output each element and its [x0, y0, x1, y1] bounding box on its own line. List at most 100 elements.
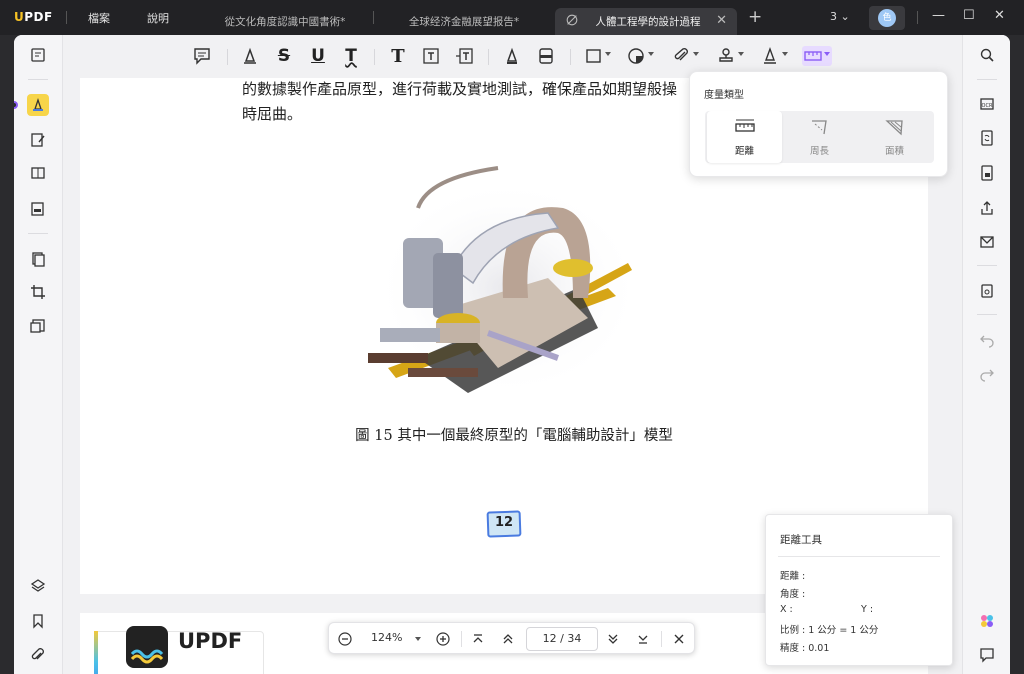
- crop-button[interactable]: [27, 281, 49, 303]
- form-button[interactable]: [27, 198, 49, 220]
- search-icon: [980, 48, 994, 62]
- precision-readout[interactable]: 精度 : 0.01: [780, 640, 829, 654]
- comment-list-icon: [980, 648, 994, 663]
- attachments-button[interactable]: [27, 645, 49, 667]
- chevron-down-icon[interactable]: [415, 637, 421, 641]
- attachment-tool-button[interactable]: [672, 46, 692, 66]
- tab-document-2[interactable]: 全球经济金融展望报告*: [375, 8, 553, 35]
- measure-tool-button[interactable]: [802, 46, 832, 66]
- pencil-icon: [506, 47, 518, 64]
- page-number-stamp: 12: [485, 509, 523, 539]
- lock-document-icon: [981, 165, 993, 181]
- comment-mode-button[interactable]: [27, 94, 49, 116]
- comments-panel-button[interactable]: [976, 644, 998, 666]
- highlight-tool-button[interactable]: [240, 46, 260, 66]
- organize-pages-button[interactable]: [27, 248, 49, 270]
- zoom-level[interactable]: 124%: [371, 631, 402, 644]
- email-button[interactable]: [976, 231, 998, 253]
- zoom-in-button[interactable]: [435, 631, 451, 647]
- chevron-down-icon[interactable]: [782, 52, 788, 56]
- app-logo[interactable]: UPDF: [14, 10, 53, 24]
- body-text-line: 的數據製作產品原型，進行荷載及實地測試，確保產品如期望般操: [242, 80, 678, 98]
- textbox-tool-button[interactable]: [421, 46, 441, 66]
- sticker-tool-button[interactable]: [626, 46, 646, 66]
- chevron-down-icon[interactable]: [648, 52, 654, 56]
- last-page-icon: [638, 635, 648, 644]
- chevron-down-icon[interactable]: [824, 52, 830, 56]
- menu-file[interactable]: 檔案: [88, 10, 110, 26]
- account-button[interactable]: 色: [869, 6, 905, 30]
- undo-button[interactable]: [976, 329, 998, 351]
- maximize-button[interactable]: ☐: [963, 8, 975, 23]
- zoom-out-button[interactable]: [337, 631, 353, 647]
- measure-perimeter-option[interactable]: 周長: [782, 111, 857, 163]
- measure-distance-option[interactable]: 距離: [707, 111, 782, 163]
- next-page-button[interactable]: [605, 631, 621, 647]
- title-bar: UPDF 檔案 說明 從文化角度認識中國書術* 全球经济金融展望报告* 人體工程…: [0, 0, 1024, 35]
- previous-page-button[interactable]: [500, 631, 516, 647]
- save-button[interactable]: [976, 280, 998, 302]
- ocr-button[interactable]: [27, 315, 49, 337]
- tab-count-dropdown[interactable]: 3 ⌄: [830, 10, 850, 23]
- first-page-button[interactable]: [470, 631, 486, 647]
- close-navigation-button[interactable]: [671, 631, 687, 647]
- bookmark-button[interactable]: [27, 610, 49, 632]
- tab-title: 從文化角度認識中國書術*: [224, 16, 346, 28]
- close-tab-icon[interactable]: ✕: [716, 13, 727, 28]
- chevron-down-icon[interactable]: [738, 52, 744, 56]
- body-text-line: 時屈曲。: [242, 105, 303, 123]
- tab-document-3-active[interactable]: 人體工程學的設計過程 ✕: [555, 8, 737, 35]
- textcallout-icon: [456, 48, 473, 64]
- last-page-button[interactable]: [635, 631, 651, 647]
- reader-mode-button[interactable]: [27, 44, 49, 66]
- redo-button[interactable]: [976, 363, 998, 385]
- page-number-input[interactable]: 12 / 34: [526, 627, 598, 651]
- measure-area-option[interactable]: 面積: [857, 111, 932, 163]
- text-icon[interactable]: T: [388, 46, 408, 67]
- ocr-text-icon: OCR: [980, 98, 994, 110]
- chevron-down-icon[interactable]: [605, 52, 611, 56]
- minimize-button[interactable]: —: [932, 8, 945, 23]
- chevron-down-icon[interactable]: [693, 52, 699, 56]
- underline-icon[interactable]: U: [308, 46, 328, 66]
- pencil-tool-button[interactable]: [502, 46, 522, 66]
- ai-icon: [981, 615, 993, 627]
- distance-tool-panel: 距離工具 距離 : 角度 : X : Y : 比例 : 1 公分 = 1 公分 …: [765, 514, 953, 666]
- strikethrough-icon[interactable]: S: [274, 46, 294, 66]
- stamp-tool-button[interactable]: [716, 46, 736, 66]
- sidebar-separator: [28, 233, 48, 234]
- search-button[interactable]: [976, 44, 998, 66]
- current-page: 12: [542, 632, 557, 645]
- comment-tool-button[interactable]: [192, 46, 212, 66]
- paperclip-icon: [31, 648, 44, 660]
- share-button[interactable]: [976, 197, 998, 219]
- textcallout-tool-button[interactable]: [454, 46, 474, 66]
- option-label: 周長: [809, 146, 829, 157]
- y-readout: Y :: [861, 604, 874, 615]
- squiggly-icon[interactable]: T: [341, 46, 361, 66]
- chevron-double-up-icon: [503, 634, 513, 644]
- highlight-icon: [244, 47, 256, 64]
- convert-button[interactable]: [976, 127, 998, 149]
- page-layout-button[interactable]: [27, 162, 49, 184]
- protect-button[interactable]: [976, 162, 998, 184]
- edit-pdf-button[interactable]: [27, 129, 49, 151]
- right-sidebar: OCR: [962, 35, 1010, 674]
- ai-assistant-button[interactable]: [976, 610, 998, 632]
- sidebar-separator: [977, 79, 997, 80]
- eraser-tool-button[interactable]: [536, 46, 556, 66]
- signature-tool-button[interactable]: [760, 46, 780, 66]
- new-tab-button[interactable]: +: [748, 7, 762, 27]
- layers-button[interactable]: [27, 575, 49, 597]
- reader-icon: [31, 48, 45, 62]
- shape-tool-button[interactable]: [584, 46, 604, 66]
- tab-document-1[interactable]: 從文化角度認識中國書術*: [197, 8, 373, 35]
- close-window-button[interactable]: ✕: [994, 8, 1005, 23]
- scale-readout[interactable]: 比例 : 1 公分 = 1 公分: [780, 622, 878, 636]
- sidebar-separator: [977, 314, 997, 315]
- cad-model-image: [368, 166, 643, 398]
- ocr-button[interactable]: OCR: [976, 93, 998, 115]
- toolbar-separator: [570, 49, 571, 65]
- measure-type-popover: 度量類型 距離 周長 面積: [689, 71, 948, 177]
- menu-help[interactable]: 說明: [147, 10, 169, 26]
